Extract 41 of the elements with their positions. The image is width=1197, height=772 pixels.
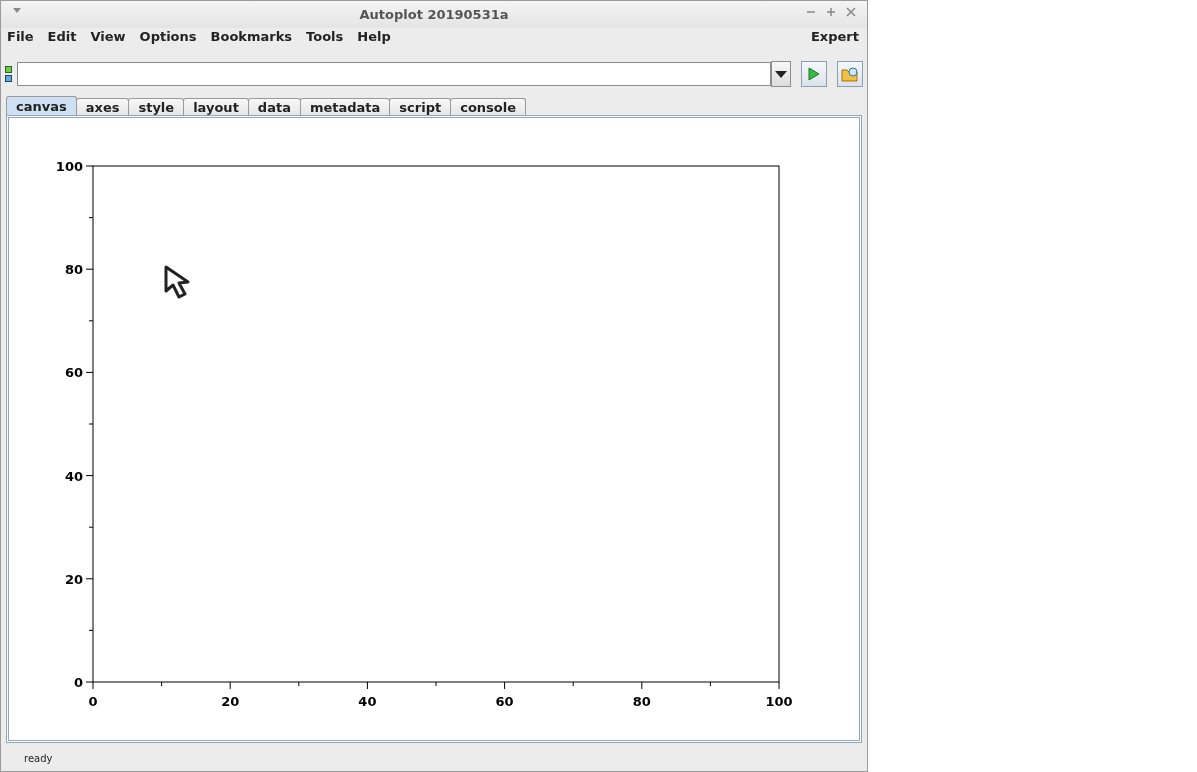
play-icon	[808, 67, 820, 81]
menu-item[interactable]: File	[7, 29, 34, 44]
folder-icon	[841, 66, 859, 82]
tab[interactable]: style	[128, 98, 185, 115]
caret-icon	[775, 70, 787, 78]
x-tick-label: 100	[765, 694, 793, 709]
menu-item[interactable]: Options	[139, 29, 197, 44]
y-tick-label: 40	[64, 468, 83, 484]
menu-item[interactable]: Edit	[47, 29, 77, 44]
tab[interactable]: metadata	[299, 98, 391, 115]
maximize-icon[interactable]	[826, 7, 836, 17]
tab[interactable]: canvas	[6, 96, 77, 115]
menu-item[interactable]: Bookmarks	[210, 29, 293, 44]
x-tick-label: 60	[495, 694, 514, 709]
menu-item[interactable]: Help	[357, 29, 391, 44]
status-text: ready	[24, 752, 53, 764]
tab[interactable]: script	[389, 98, 452, 115]
tab[interactable]: console	[450, 98, 527, 115]
address-field[interactable]	[17, 62, 771, 86]
y-tick-label: 100	[55, 159, 83, 174]
window-menu-icon[interactable]	[12, 7, 22, 15]
close-icon[interactable]	[846, 7, 856, 17]
x-tick-label: 40	[358, 694, 377, 709]
window-title: Autoplot 20190531a	[359, 7, 509, 22]
expert-menu[interactable]: Expert	[811, 29, 859, 44]
tab[interactable]: axes	[75, 98, 130, 115]
x-tick-label: 80	[632, 694, 651, 709]
tab[interactable]: data	[247, 98, 301, 115]
open-folder-button[interactable]	[837, 61, 863, 87]
x-tick-label: 20	[221, 694, 240, 709]
y-tick-label: 0	[73, 675, 83, 690]
y-tick-label: 60	[64, 365, 83, 381]
y-tick-label: 80	[64, 262, 83, 278]
menu-item[interactable]: Tools	[306, 29, 344, 44]
dropdown-button[interactable]	[771, 61, 791, 87]
plot-button[interactable]	[801, 61, 827, 87]
y-tick-label: 20	[64, 571, 83, 587]
menu-item[interactable]: View	[90, 29, 126, 44]
status-lights-icon	[5, 65, 13, 83]
tab[interactable]: layout	[183, 98, 249, 115]
x-tick-label: 0	[88, 694, 98, 709]
